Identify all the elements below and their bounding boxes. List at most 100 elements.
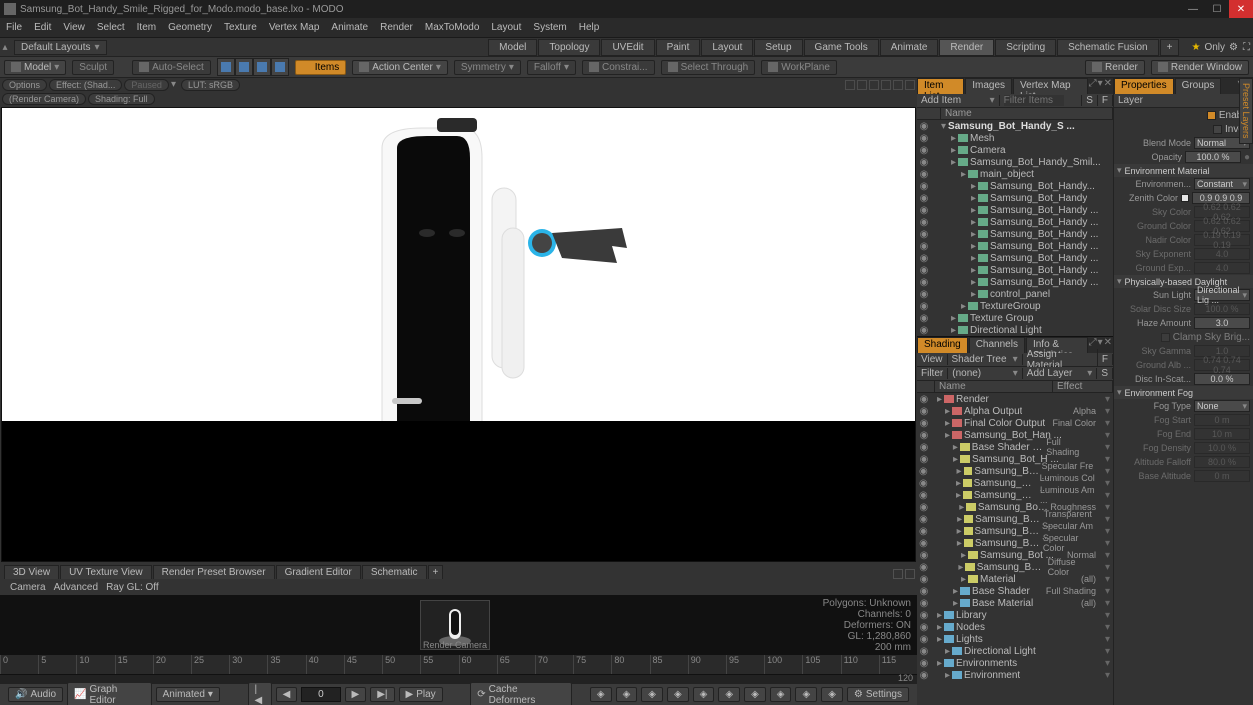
key-tool-9[interactable]: ◈ <box>795 687 817 702</box>
menu-maxtomodo[interactable]: MaxToModo <box>425 22 479 33</box>
key-tool-5[interactable]: ◈ <box>693 687 715 702</box>
shader-row[interactable]: ◉▸Final Color OutputFinal Color▾ <box>917 417 1113 429</box>
key-tool-8[interactable]: ◈ <box>770 687 792 702</box>
viewport-lut-chip[interactable]: LUT: sRGB <box>181 79 240 91</box>
tree-row[interactable]: ◉▸main_object <box>917 168 1113 180</box>
menu-view[interactable]: View <box>63 22 85 33</box>
layout-tab-uvedit[interactable]: UVEdit <box>601 39 654 56</box>
render-window-button[interactable]: Render Window <box>1151 60 1249 75</box>
layout-tab-layout[interactable]: Layout <box>701 39 753 56</box>
viewport-tab-gradient[interactable]: Gradient Editor <box>276 565 361 579</box>
menu-geometry[interactable]: Geometry <box>168 22 212 33</box>
tree-row[interactable]: ◉▸Samsung_Bot_Handy... <box>917 180 1113 192</box>
layout-tab-model[interactable]: Model <box>488 39 537 56</box>
item-f-button[interactable]: F <box>1098 95 1113 106</box>
tree-row[interactable]: ◉▸Samsung_Bot_Handy ... <box>917 240 1113 252</box>
action-center-button[interactable]: Action Center▾ <box>352 60 448 75</box>
viewport-shading-chip[interactable]: Shading: Full <box>88 93 155 105</box>
tree-row[interactable]: ◉▾Samsung_Bot_Handy_S ... <box>917 120 1113 132</box>
viewport-tab-schematic[interactable]: Schematic <box>362 565 427 579</box>
viewport-nav-icon-4[interactable] <box>881 80 891 90</box>
menu-texture[interactable]: Texture <box>224 22 257 33</box>
layout-tab-paint[interactable]: Paint <box>656 39 701 56</box>
tree-row[interactable]: ◉▸TextureGroup <box>917 300 1113 312</box>
tree-row[interactable]: ◉▸Camera <box>917 144 1113 156</box>
layout-tab-gametools[interactable]: Game Tools <box>804 39 879 56</box>
menu-edit[interactable]: Edit <box>34 22 51 33</box>
symmetry-button[interactable]: Symmetry▾ <box>454 60 521 75</box>
current-frame-input[interactable]: 0 <box>301 687 340 702</box>
render-button[interactable]: Render <box>1085 60 1145 75</box>
shader-tree-dropdown[interactable]: Shader Tree <box>952 354 1007 365</box>
play-button[interactable]: ▶ Play <box>399 687 443 702</box>
shader-s-button[interactable]: S <box>1097 368 1113 379</box>
shader-row[interactable]: ◉▸Nodes▾ <box>917 621 1113 633</box>
layout-tab-setup[interactable]: Setup <box>754 39 802 56</box>
model-button[interactable]: Model▾ <box>4 60 66 75</box>
viewport-options-chip[interactable]: Options <box>2 79 47 91</box>
env-fog-header[interactable]: Environment Fog <box>1114 386 1253 399</box>
tree-row[interactable]: ◉▸Texture Group <box>917 312 1113 324</box>
camera-label[interactable]: Camera <box>10 582 46 593</box>
viewport-tab-add[interactable]: + <box>428 565 444 579</box>
panel-undock-icon[interactable]: ⤢ <box>1089 78 1097 94</box>
step-forward-button[interactable]: ▶ <box>345 687 367 702</box>
shading-tab[interactable]: Shading <box>917 337 968 353</box>
viewport-rendercam-chip[interactable]: (Render Camera) <box>2 93 86 105</box>
tree-row[interactable]: ◉▸Samsung_Bot_Handy ... <box>917 204 1113 216</box>
filter-none[interactable]: (none) <box>952 368 981 379</box>
viewport-nav-icon-5[interactable] <box>893 80 903 90</box>
go-end-button[interactable]: ▶| <box>370 687 394 702</box>
groups-tab[interactable]: Groups <box>1175 78 1222 94</box>
maximize-button[interactable]: ☐ <box>1205 0 1229 18</box>
key-tool-6[interactable]: ◈ <box>718 687 740 702</box>
viewport-tabrow-icon-1[interactable] <box>893 569 903 579</box>
layout-tab-schematicfusion[interactable]: Schematic Fusion <box>1057 39 1158 56</box>
expand-icon[interactable]: ⛶ <box>1243 42 1253 53</box>
shader-row[interactable]: ◉▸Samsung_Bot ...Luminous Am ...▾ <box>917 489 1113 501</box>
layout-dropdown[interactable]: Default Layouts▾ <box>14 40 107 55</box>
viewport-tab-preset[interactable]: Render Preset Browser <box>153 565 275 579</box>
opacity-field[interactable]: 100.0 % <box>1185 151 1241 163</box>
ray-gl-label[interactable]: Ray GL: Off <box>106 582 159 593</box>
invert-checkbox[interactable] <box>1213 125 1222 134</box>
polygon-mode-icon[interactable] <box>253 58 271 76</box>
edge-mode-icon[interactable] <box>235 58 253 76</box>
fog-type-dropdown[interactable]: None <box>1194 400 1250 412</box>
haze-field[interactable]: 3.0 <box>1194 317 1250 329</box>
menu-item[interactable]: Item <box>137 22 156 33</box>
layout-tab-animate[interactable]: Animate <box>880 39 939 56</box>
panel-menu-icon-2[interactable]: ▾ <box>1098 337 1103 353</box>
zenith-swatch[interactable] <box>1181 194 1189 202</box>
gear-icon[interactable]: ⚙ <box>1229 42 1239 53</box>
viewport-tabrow-icon-2[interactable] <box>905 569 915 579</box>
key-tool-10[interactable]: ◈ <box>821 687 843 702</box>
minimize-button[interactable]: — <box>1181 0 1205 18</box>
dropdown-icon[interactable]: ▾ <box>171 79 179 91</box>
close-button[interactable]: ✕ <box>1229 0 1253 18</box>
timeline[interactable]: 0510152025303540455055606570758085909510… <box>0 655 917 683</box>
layout-tab-add[interactable]: + <box>1160 39 1180 56</box>
key-tool-4[interactable]: ◈ <box>667 687 689 702</box>
graph-editor-button[interactable]: 📈Graph Editor <box>67 682 152 705</box>
panel-close-icon-2[interactable]: ✕ <box>1104 337 1112 353</box>
shader-row[interactable]: ◉▸Directional Light▾ <box>917 645 1113 657</box>
shader-row[interactable]: ◉▸Base ShaderFull Shading▾ <box>917 585 1113 597</box>
auto-select-button[interactable]: Auto-Select <box>132 60 211 75</box>
viewport-nav-icon-1[interactable] <box>845 80 855 90</box>
enable-checkbox[interactable] <box>1207 111 1216 120</box>
vertex-mode-icon[interactable] <box>217 58 235 76</box>
panel-close-icon[interactable]: ✕ <box>1104 78 1112 94</box>
env-type-dropdown[interactable]: Constant <box>1194 178 1250 190</box>
opacity-key-icon[interactable]: ● <box>1244 152 1250 163</box>
shader-row[interactable]: ◉▸Render▾ <box>917 393 1113 405</box>
viewport-3d[interactable] <box>1 107 916 562</box>
tree-row[interactable]: ◉▸Samsung_Bot_Handy ... <box>917 228 1113 240</box>
tree-row[interactable]: ◉▸Samsung_Bot_Handy_Smil... <box>917 156 1113 168</box>
menu-system[interactable]: System <box>533 22 566 33</box>
constrain-button[interactable]: Constrai... <box>582 60 655 75</box>
select-through-button[interactable]: Select Through <box>661 60 756 75</box>
preset-layers-tab[interactable]: Preset Layers <box>1239 78 1253 144</box>
images-tab[interactable]: Images <box>965 78 1012 94</box>
tree-row[interactable]: ◉▸Samsung_Bot_Handy <box>917 192 1113 204</box>
